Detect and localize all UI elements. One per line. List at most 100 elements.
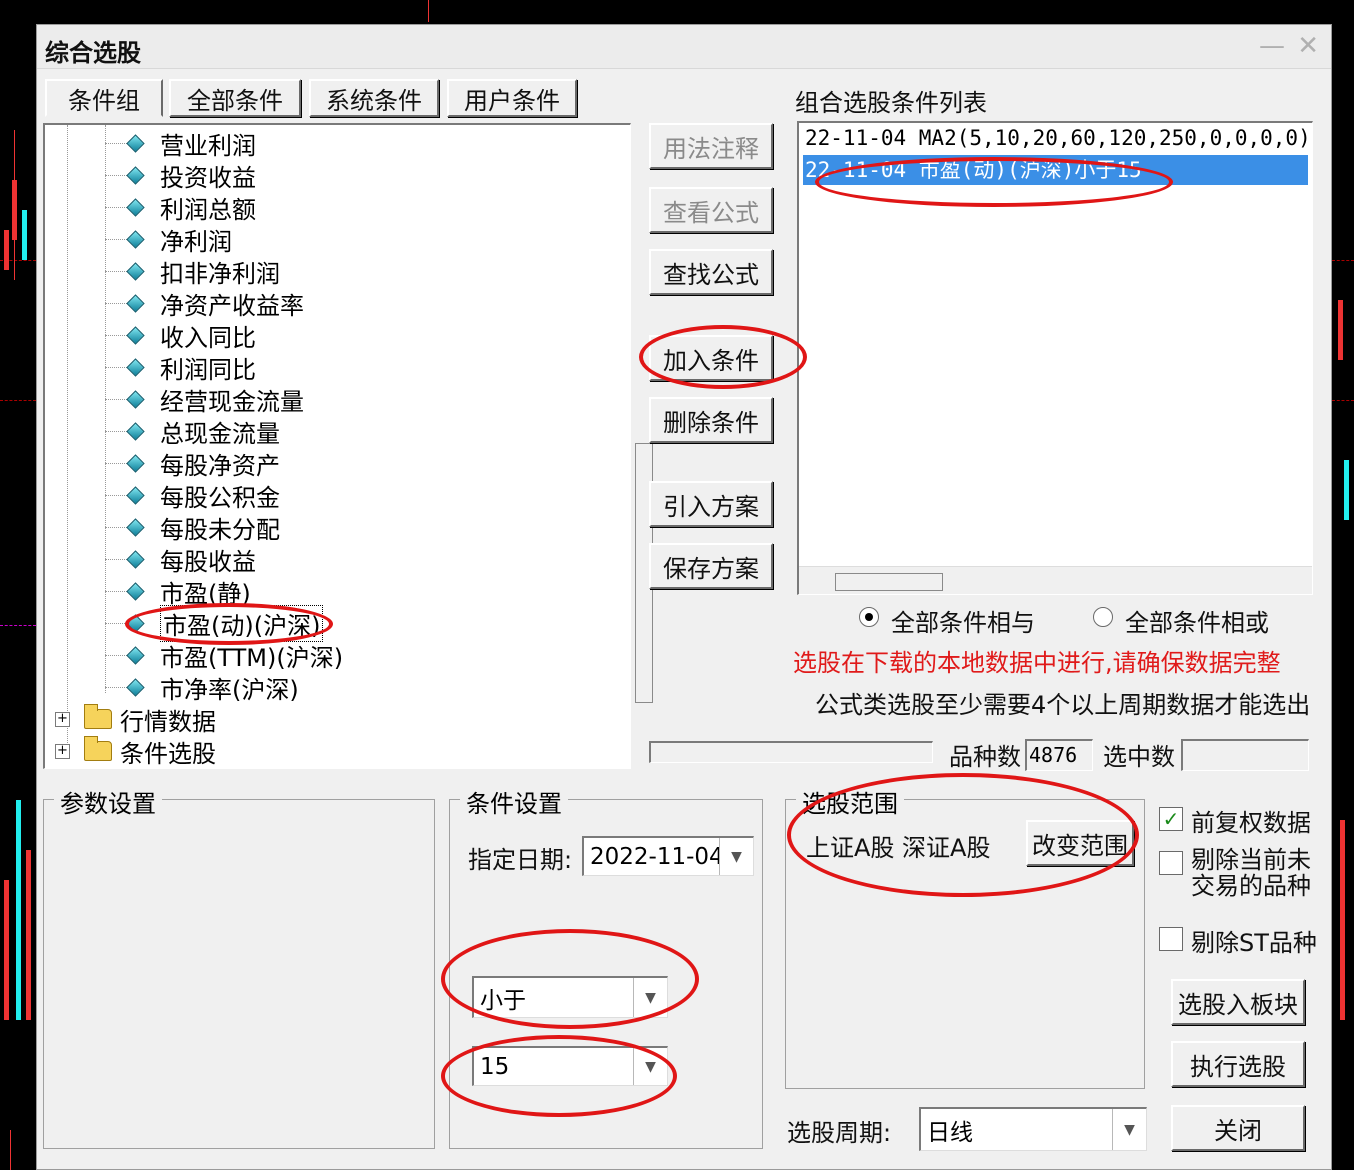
chart-volume-bar xyxy=(26,850,31,1020)
condition-list-title: 组合选股条件列表 xyxy=(795,89,987,117)
expand-icon[interactable]: + xyxy=(55,743,70,759)
threshold-value: 15 xyxy=(480,1053,510,1080)
chevron-down-icon[interactable]: ▼ xyxy=(719,838,753,875)
tree-leaf-label: 每股净资产 xyxy=(160,451,280,480)
tree-folder-market-data[interactable]: + 行情数据 xyxy=(55,703,216,736)
formula-leaf-icon xyxy=(126,581,145,601)
tree-leaf-label: 每股公积金 xyxy=(160,483,280,512)
tree-leaf[interactable]: 市盈(静) xyxy=(105,575,251,608)
tree-leaf-label: 净资产收益率 xyxy=(160,291,304,320)
delete-condition-button[interactable]: 删除条件 xyxy=(649,397,773,443)
operator-select[interactable]: 小于 ▼ xyxy=(472,976,668,1018)
hscroll-thumb[interactable] xyxy=(835,573,943,591)
change-scope-button[interactable]: 改变范围 xyxy=(1026,820,1134,866)
find-formula-button[interactable]: 查找公式 xyxy=(649,249,773,295)
formula-leaf-icon xyxy=(126,677,145,697)
threshold-select[interactable]: 15 ▼ xyxy=(472,1046,668,1086)
tab-system-conditions[interactable]: 系统条件 xyxy=(309,79,439,117)
usage-note-button[interactable]: 用法注释 xyxy=(649,123,773,169)
formula-leaf-icon xyxy=(126,325,145,345)
chevron-down-icon[interactable]: ▼ xyxy=(633,1048,667,1085)
save-plan-button[interactable]: 保存方案 xyxy=(649,543,773,589)
close-button[interactable]: 关闭 xyxy=(1171,1105,1305,1151)
chart-gridline xyxy=(1332,400,1354,401)
exclude-untraded-label[interactable]: 剔除当前未交易的品种 xyxy=(1191,847,1315,899)
exclude-st-label[interactable]: 剔除ST品种 xyxy=(1191,923,1317,958)
execute-screening-button[interactable]: 执行选股 xyxy=(1171,1041,1305,1087)
all-or-label[interactable]: 全部条件相或 xyxy=(1125,603,1269,638)
tree-leaf[interactable]: 经营现金流量 xyxy=(105,383,304,416)
condition-list-row[interactable]: 22-11-04 MA2(5,10,20,60,120,250,0,0,0,0)… xyxy=(803,123,1308,153)
condition-tree: 营业利润 投资收益 利润总额 净利润 扣非净利润 净资产收益率 收入同比 利润同… xyxy=(45,125,631,769)
formula-leaf-icon xyxy=(126,293,145,313)
condition-list-hscrollbar[interactable] xyxy=(799,566,1312,594)
formula-leaf-icon xyxy=(126,613,145,633)
add-condition-button[interactable]: 加入条件 xyxy=(649,335,773,381)
chevron-down-icon[interactable]: ▼ xyxy=(1112,1109,1146,1150)
exclude-st-checkbox[interactable] xyxy=(1159,927,1183,951)
formula-leaf-icon xyxy=(126,421,145,441)
tree-leaf-label: 利润同比 xyxy=(160,355,256,384)
forward-adjust-checkbox[interactable]: ✓ xyxy=(1159,807,1183,831)
condition-settings-title: 条件设置 xyxy=(460,784,568,819)
tab-condition-group[interactable]: 条件组 xyxy=(45,79,163,117)
tree-connector xyxy=(67,125,68,745)
all-and-radio[interactable] xyxy=(859,607,879,627)
tab-user-conditions[interactable]: 用户条件 xyxy=(447,79,577,117)
chart-volume-bar xyxy=(16,800,21,1020)
tree-folder-condition-screening[interactable]: + 条件选股 xyxy=(55,735,216,768)
formula-leaf-icon xyxy=(126,517,145,537)
date-value: 2022-11-04 xyxy=(590,843,719,870)
count-label: 品种数 xyxy=(949,743,1021,771)
tree-leaf-label: 市盈(动)(沪深) xyxy=(160,604,324,642)
chart-volume-bar xyxy=(4,880,9,1020)
view-formula-button[interactable]: 查看公式 xyxy=(649,187,773,233)
selected-count-label: 选中数 xyxy=(1103,743,1175,771)
tree-leaf[interactable]: 利润总额 xyxy=(105,191,256,224)
tree-leaf[interactable]: 收入同比 xyxy=(105,319,256,352)
parameter-settings-group: 参数设置 xyxy=(43,784,435,1149)
tree-leaf[interactable]: 净资产收益率 xyxy=(105,287,304,320)
all-and-label[interactable]: 全部条件相与 xyxy=(891,603,1035,638)
folder-icon xyxy=(84,736,112,761)
expand-icon[interactable]: + xyxy=(55,711,70,727)
tree-leaf[interactable]: 市盈(TTM)(沪深) xyxy=(105,639,343,672)
minimize-icon[interactable]: — xyxy=(1259,33,1285,59)
all-or-radio[interactable] xyxy=(1093,607,1113,627)
tree-leaf[interactable]: 利润同比 xyxy=(105,351,256,384)
progress-bar xyxy=(649,741,933,763)
date-picker[interactable]: 2022-11-04 ▼ xyxy=(582,836,754,876)
add-to-block-button[interactable]: 选股入板块 xyxy=(1171,979,1305,1025)
tree-folder-label: 条件选股 xyxy=(120,739,216,768)
condition-list[interactable]: 22-11-04 MA2(5,10,20,60,120,250,0,0,0,0)… xyxy=(797,121,1313,595)
tree-leaf[interactable]: 总现金流量 xyxy=(105,415,280,448)
tree-leaf[interactable]: 每股收益 xyxy=(105,543,256,576)
tree-leaf[interactable]: 每股未分配 xyxy=(105,511,280,544)
tab-all-conditions[interactable]: 全部条件 xyxy=(169,79,301,117)
formula-leaf-icon xyxy=(126,229,145,249)
formula-leaf-icon xyxy=(126,645,145,665)
tree-leaf[interactable]: 每股净资产 xyxy=(105,447,280,480)
tree-leaf[interactable]: 每股公积金 xyxy=(105,479,280,512)
chevron-down-icon[interactable]: ▼ xyxy=(633,978,667,1017)
formula-leaf-icon xyxy=(126,485,145,505)
import-plan-button[interactable]: 引入方案 xyxy=(649,481,773,527)
data-warning-notice: 选股在下载的本地数据中进行,请确保数据完整 xyxy=(793,649,1281,677)
period-select[interactable]: 日线 ▼ xyxy=(919,1107,1147,1151)
tree-leaf-selected[interactable]: 市盈(动)(沪深) xyxy=(105,604,324,642)
tree-leaf-label: 每股收益 xyxy=(160,547,256,576)
forward-adjust-label[interactable]: 前复权数据 xyxy=(1191,803,1311,838)
tree-leaf[interactable]: 市净率(沪深) xyxy=(105,671,299,704)
exclude-untraded-checkbox[interactable] xyxy=(1159,851,1183,875)
tree-leaf[interactable]: 净利润 xyxy=(105,223,232,256)
tree-leaf-label: 营业利润 xyxy=(160,131,256,160)
tree-leaf-label: 扣非净利润 xyxy=(160,259,280,288)
tree-leaf-label: 每股未分配 xyxy=(160,515,280,544)
close-icon[interactable]: ✕ xyxy=(1297,33,1319,59)
condition-list-row-selected[interactable]: 22-11-04 市盈(动)(沪深)小于15 xyxy=(803,155,1308,185)
selected-count-value xyxy=(1181,739,1309,771)
stock-screener-dialog: 综合选股 — ✕ 条件组 全部条件 系统条件 用户条件 营业利润 投资收益 利润… xyxy=(36,24,1332,1170)
tree-leaf[interactable]: 营业利润 xyxy=(105,127,256,160)
tree-leaf[interactable]: 投资收益 xyxy=(105,159,256,192)
tree-leaf[interactable]: 扣非净利润 xyxy=(105,255,280,288)
